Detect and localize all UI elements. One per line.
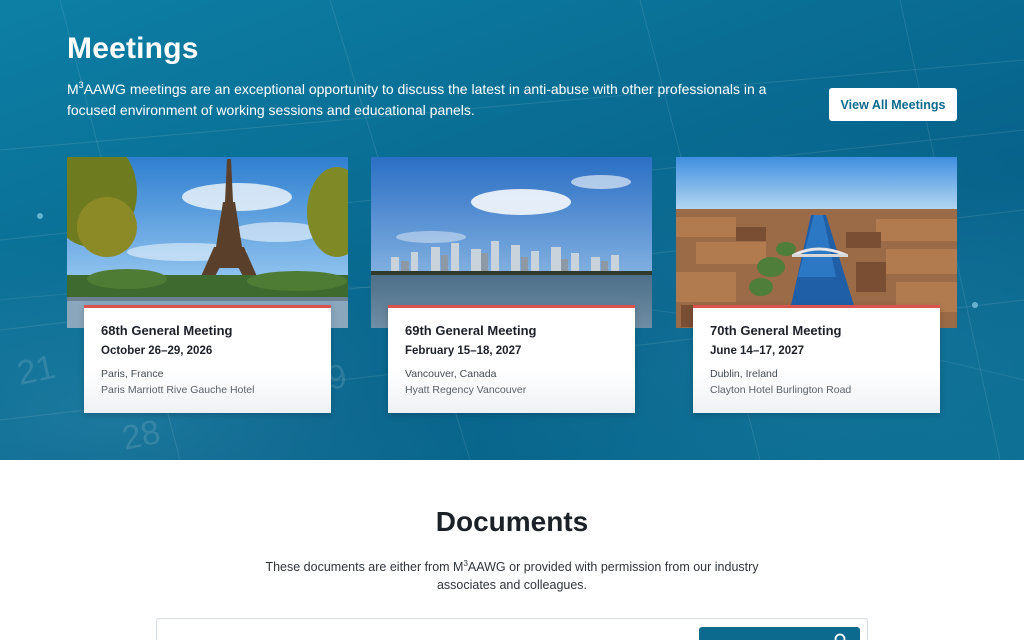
- vancouver-skyline-photo: [371, 157, 652, 328]
- meeting-dates: February 15–18, 2027: [405, 345, 522, 357]
- meetings-description-part: AAWG meetings are an exceptional opportu…: [67, 81, 767, 118]
- meeting-dates: October 26–29, 2026: [101, 345, 213, 357]
- meeting-info-panel: 68th General Meeting October 26–29, 2026…: [84, 305, 331, 413]
- meeting-venue: Clayton Hotel Burlington Road: [710, 384, 852, 396]
- meeting-name[interactable]: 68th General Meeting: [101, 322, 314, 340]
- view-all-meetings-button[interactable]: View All Meetings: [829, 88, 957, 121]
- meeting-name[interactable]: 70th General Meeting: [710, 322, 923, 340]
- search-icon: [834, 633, 846, 640]
- meetings-description: M3AAWG meetings are an exceptional oppor…: [67, 79, 797, 121]
- meeting-city: Vancouver, Canada: [405, 368, 497, 380]
- eiffel-tower-photo: [67, 157, 348, 328]
- meetings-section: 21 28 9 Meetings M3AAWG meetings are an …: [0, 0, 1024, 460]
- meeting-city: Dublin, Ireland: [710, 368, 778, 380]
- documents-description-part: These documents are either from M: [265, 560, 464, 574]
- documents-title: Documents: [435, 506, 589, 537]
- documents-description-part: AAWG or provided with permission from ou…: [436, 560, 759, 592]
- documents-search-button[interactable]: [699, 627, 860, 640]
- meeting-card-vancouver[interactable]: 69th General Meeting February 15–18, 202…: [371, 157, 652, 417]
- meetings-description-part: M: [67, 81, 79, 97]
- meeting-info-panel: 69th General Meeting February 15–18, 202…: [388, 305, 635, 413]
- meeting-venue: Hyatt Regency Vancouver: [405, 384, 527, 396]
- meeting-dates: June 14–17, 2027: [710, 345, 804, 357]
- meeting-city: Paris, France: [101, 368, 164, 380]
- dublin-river-photo: [676, 157, 957, 328]
- documents-search-box: [156, 618, 868, 640]
- meeting-card-paris[interactable]: 68th General Meeting October 26–29, 2026…: [67, 157, 348, 417]
- meetings-title: Meetings: [67, 32, 199, 65]
- svg-text:21: 21: [14, 348, 59, 393]
- meeting-card-dublin[interactable]: 70th General Meeting June 14–17, 2027 Du…: [676, 157, 957, 417]
- meeting-venue: Paris Marriott Rive Gauche Hotel: [101, 384, 255, 396]
- meeting-name[interactable]: 69th General Meeting: [405, 322, 618, 340]
- documents-description: These documents are either from M3AAWG o…: [252, 558, 772, 594]
- svg-text:28: 28: [119, 413, 164, 458]
- documents-search-input[interactable]: [165, 625, 685, 640]
- meeting-info-panel: 70th General Meeting June 14–17, 2027 Du…: [693, 305, 940, 413]
